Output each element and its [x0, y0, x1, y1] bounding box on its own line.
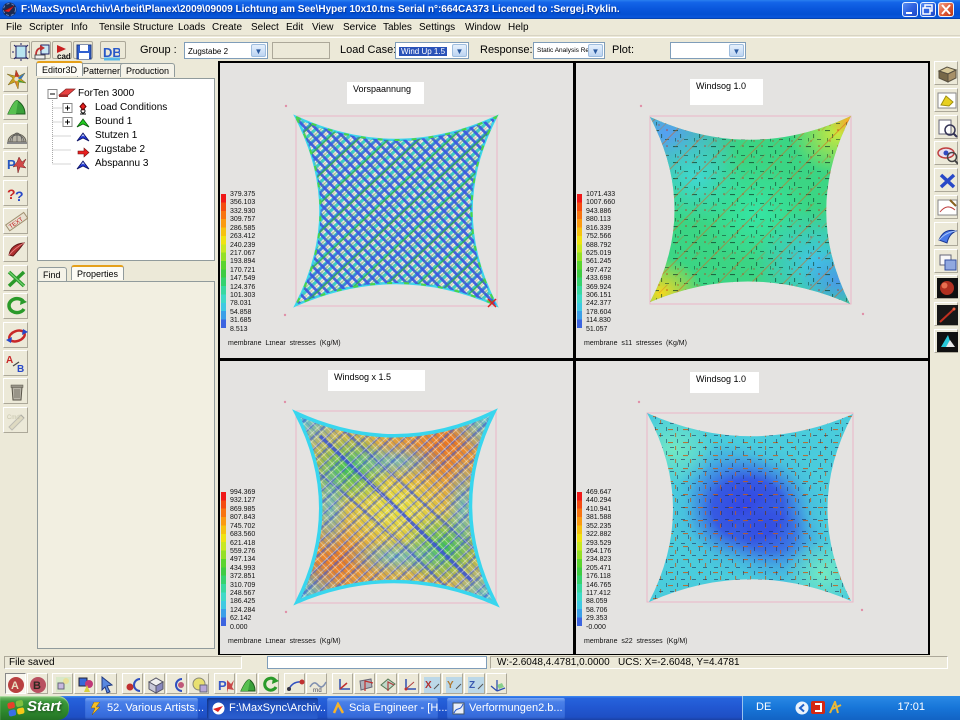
svg-text:P: P — [218, 678, 227, 693]
svg-text:Y: Y — [447, 680, 454, 691]
svg-text:?: ? — [15, 188, 24, 204]
svg-text:A: A — [6, 355, 13, 366]
svg-text:X: X — [425, 680, 432, 691]
svg-text:P: P — [7, 157, 16, 172]
svg-text:B: B — [17, 364, 24, 375]
svg-text:A: A — [11, 680, 19, 692]
svg-text:rnd: rnd — [313, 688, 322, 694]
svg-text:Z: Z — [469, 680, 475, 691]
svg-text:B: B — [33, 680, 41, 692]
svg-text:Cmd: Cmd — [7, 415, 20, 421]
svg-text:cad: cad — [57, 52, 71, 61]
